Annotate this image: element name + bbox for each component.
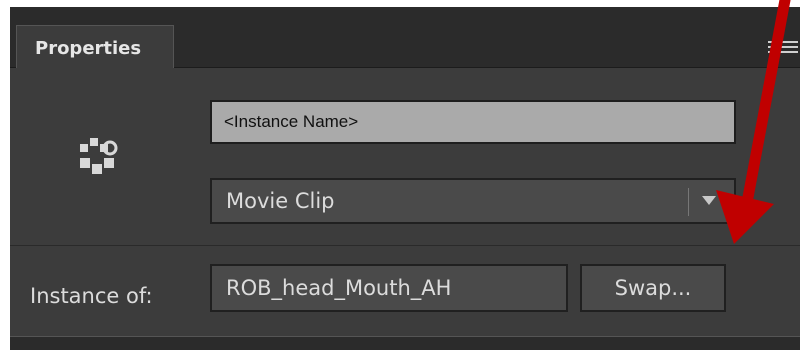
select-divider bbox=[688, 188, 689, 216]
screenshot-border-top bbox=[0, 0, 800, 7]
panel-menu-icon[interactable] bbox=[768, 41, 798, 57]
next-panel-section bbox=[10, 336, 800, 350]
instance-section: <Instance Name> Movie Clip bbox=[10, 68, 800, 246]
movie-clip-gear-icon bbox=[80, 138, 118, 174]
properties-panel: Properties <Instance Name> Movie Clip In… bbox=[10, 7, 800, 350]
panel-tab-bar: Properties bbox=[10, 7, 800, 70]
symbol-type-select[interactable]: Movie Clip bbox=[210, 178, 736, 224]
instance-of-section: Instance of: ROB_head_Mouth_AH Swap... bbox=[10, 246, 800, 336]
instance-of-field: ROB_head_Mouth_AH bbox=[210, 264, 568, 312]
swap-button[interactable]: Swap... bbox=[580, 264, 726, 312]
symbol-type-value: Movie Clip bbox=[226, 189, 335, 213]
instance-name-field[interactable]: <Instance Name> bbox=[210, 100, 736, 144]
instance-of-label: Instance of: bbox=[30, 284, 153, 308]
tab-properties-label: Properties bbox=[35, 38, 142, 59]
tab-properties[interactable]: Properties bbox=[16, 25, 174, 70]
chevron-down-icon bbox=[702, 196, 716, 205]
screenshot-border-left bbox=[0, 0, 10, 349]
